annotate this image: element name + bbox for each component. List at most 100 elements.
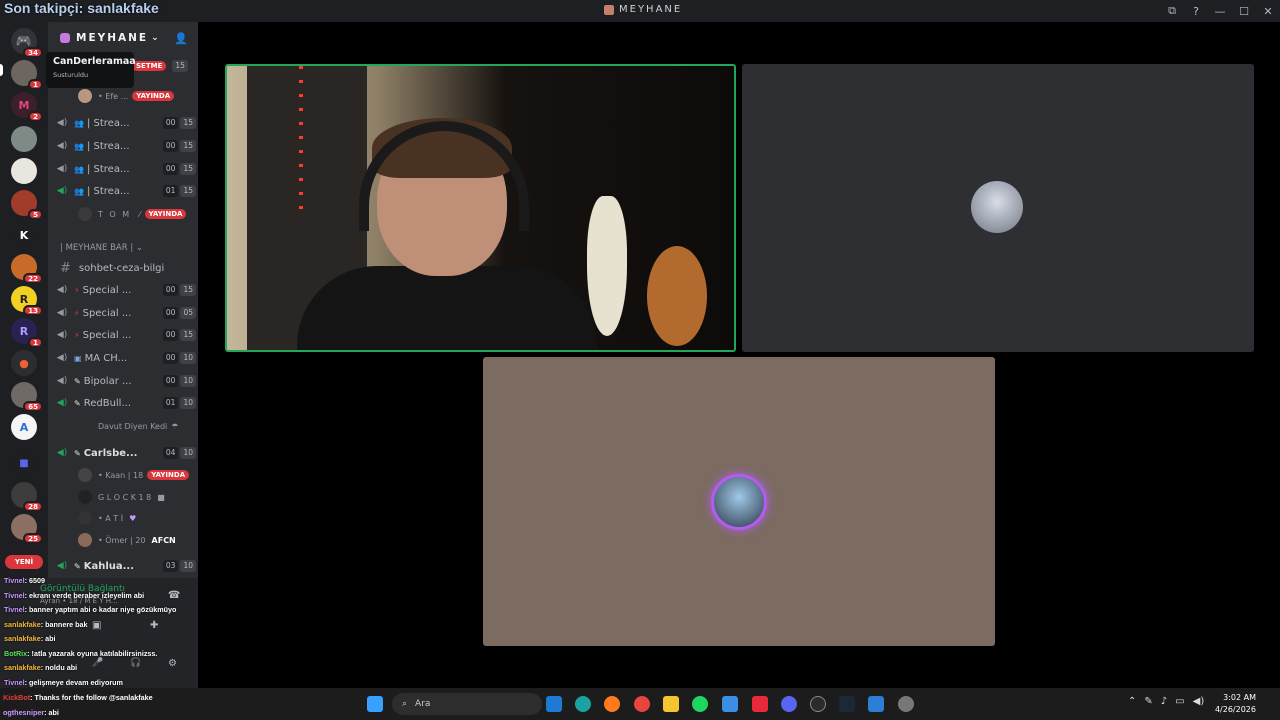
- server-icon-7[interactable]: R 13: [11, 286, 43, 316]
- new-badge[interactable]: YENİ: [5, 555, 43, 569]
- voice-channel-redbull[interactable]: ◀) ✎ RedBull... 01 10: [56, 393, 196, 413]
- headphones-icon[interactable]: 🎧: [130, 658, 141, 668]
- screen-share-icon[interactable]: ▣: [92, 620, 101, 631]
- server-badge: 13: [23, 305, 43, 316]
- chat-message: BotRix: !atla yazarak oyuna katılabilirs…: [4, 649, 158, 658]
- server-icon-2[interactable]: M2: [11, 92, 43, 122]
- file-explorer-icon[interactable]: [663, 696, 679, 712]
- voice-channel-kahlua[interactable]: ◀) ✎ Kahlua... 03 10: [56, 556, 196, 576]
- chat-message: sanlakfake: abi: [4, 634, 56, 643]
- voice-user-kaan[interactable]: • Kaan | 18 YAYINDA: [78, 465, 196, 485]
- clock[interactable]: 3:02 AM 4/26/2026: [1215, 692, 1256, 716]
- video-tile-avatar-1[interactable]: [742, 64, 1254, 352]
- voice-user-efe[interactable]: • Efe ... YAYINDA: [78, 86, 196, 106]
- avatar: [78, 511, 92, 525]
- user-count: 00: [162, 163, 179, 175]
- server-icon-12[interactable]: 28: [11, 482, 43, 512]
- user-name: T O M: [98, 209, 132, 219]
- voice-channel-carlsberg[interactable]: ◀) ✎ Carlsbe... 04 10: [56, 443, 196, 463]
- server-icon-4[interactable]: [11, 158, 37, 184]
- help-icon[interactable]: ?: [1184, 5, 1208, 18]
- direct-messages-icon[interactable]: 🎮 34: [11, 28, 43, 58]
- obs-icon[interactable]: [810, 696, 826, 712]
- voice-channel-stream-1[interactable]: ◀) 👥 | Strea... 00 15: [56, 113, 196, 133]
- voice-channel-stream-4[interactable]: ◀) 👥 | Strea... 01 15: [56, 181, 196, 201]
- discord-icon[interactable]: [781, 696, 797, 712]
- video-tile-avatar-2[interactable]: [483, 357, 995, 646]
- add-member-icon[interactable]: 👤: [174, 32, 188, 45]
- minimize-button[interactable]: —: [1208, 5, 1232, 18]
- voice-channel-special-2[interactable]: ◀) ⚡ Special ... 00 05: [56, 303, 196, 323]
- window-controls: ⧉ ? — ☐ ✕: [1160, 0, 1280, 22]
- channel-name: Kahlua...: [83, 560, 135, 572]
- user-count: 00: [162, 117, 179, 129]
- voice-user-omer[interactable]: • Ömer | 20 AFCN: [78, 530, 196, 550]
- voice-user-ati[interactable]: • A T İ ♥: [78, 508, 196, 528]
- user-name: • Kaan | 18: [98, 470, 144, 480]
- outlook-icon[interactable]: [546, 696, 562, 712]
- video-tile-speaking[interactable]: [225, 64, 736, 352]
- app-title: MEYHANE: [604, 4, 682, 15]
- maximize-button[interactable]: ☐: [1232, 5, 1256, 18]
- clan-tag: AFCN: [151, 535, 176, 545]
- firefox-icon[interactable]: [604, 696, 620, 712]
- folder-icon[interactable]: ■: [11, 450, 37, 476]
- voice-channel-special-3[interactable]: ◀) ⚡ Special ... 00 15: [56, 325, 196, 345]
- vscode-icon[interactable]: [722, 696, 738, 712]
- voice-user-glock[interactable]: G L O C K 1 8 ■: [78, 487, 196, 507]
- chevron-up-icon[interactable]: ⌃: [1128, 696, 1136, 707]
- chrome-icon[interactable]: [634, 696, 650, 712]
- channel-name: RedBull...: [83, 397, 131, 409]
- server-icon-13[interactable]: 25: [11, 514, 43, 544]
- voice-channel-mach[interactable]: ◀) ▣ MA CH... 00 10: [56, 348, 196, 368]
- store-icon[interactable]: [868, 696, 884, 712]
- server-icon-9[interactable]: ●: [11, 350, 37, 376]
- server-icon-10[interactable]: 65: [11, 382, 43, 412]
- category-meyhane-bar[interactable]: | MEYHANE BAR | ⌄: [60, 243, 143, 253]
- server-icon-5[interactable]: 5: [11, 190, 43, 220]
- server-badge: 22: [23, 273, 43, 284]
- user-limit: 10: [180, 352, 196, 364]
- pen-icon[interactable]: ✎: [1144, 696, 1152, 707]
- microphone-icon[interactable]: 🎤: [92, 658, 103, 668]
- top-live-row[interactable]: SETME 15: [132, 56, 192, 76]
- people-icon: 👥: [74, 164, 84, 174]
- live-badge: YAYINDA: [144, 209, 187, 219]
- mic-tray-icon[interactable]: ♪: [1161, 696, 1167, 707]
- server-icon-3[interactable]: [11, 126, 37, 152]
- voice-channel-stream-2[interactable]: ◀) 👥 | Strea... 00 15: [56, 136, 196, 156]
- voice-channel-stream-3[interactable]: ◀) 👥 | Strea... 00 15: [56, 159, 196, 179]
- inbox-icon[interactable]: ⧉: [1160, 4, 1184, 18]
- server-icon-k[interactable]: K: [11, 222, 37, 248]
- speaker-icon: ◀): [56, 186, 68, 196]
- spotify-icon[interactable]: [692, 696, 708, 712]
- voice-channel-special-1[interactable]: ◀) ⚡ Special ... 00 15: [56, 280, 196, 300]
- channel-name: Carlsbe...: [83, 447, 138, 459]
- server-icon-11[interactable]: A: [11, 414, 37, 440]
- volume-icon[interactable]: ◀): [1193, 696, 1205, 707]
- hash-icon: #: [60, 261, 71, 276]
- activities-icon[interactable]: ✚: [150, 620, 158, 631]
- server-icon-6[interactable]: 22: [11, 254, 43, 284]
- steam-icon[interactable]: [839, 696, 855, 712]
- voice-user-davut[interactable]: Davut Diyen Kedi ☂: [98, 416, 198, 436]
- start-icon[interactable]: [367, 696, 383, 712]
- server-tooltip: CanDerleramaa Susturuldu: [46, 52, 136, 88]
- server-icon-1[interactable]: 1: [11, 60, 43, 90]
- user-name: • A T İ: [98, 513, 124, 523]
- guild-header[interactable]: MEYHANE ⌄ 👤: [48, 22, 198, 54]
- disconnect-icon[interactable]: ☎: [168, 590, 180, 601]
- edge-icon[interactable]: [575, 696, 591, 712]
- server-icon-8[interactable]: R1: [11, 318, 43, 348]
- app-icon[interactable]: [752, 696, 768, 712]
- user-limit: 15: [180, 329, 196, 341]
- settings-icon[interactable]: ⚙: [168, 658, 177, 669]
- voice-user-tom[interactable]: T O M ⁄ YAYINDA: [78, 204, 196, 224]
- speaker-icon: ◀): [56, 164, 68, 174]
- voice-channel-bipolar[interactable]: ◀) ✎ Bipolar ... 00 10: [56, 371, 196, 391]
- close-button[interactable]: ✕: [1256, 5, 1280, 18]
- settings-taskbar-icon[interactable]: [898, 696, 914, 712]
- text-channel-sohbet[interactable]: # sohbet-ceza-bilgi: [60, 261, 164, 276]
- network-icon[interactable]: ▭: [1175, 696, 1184, 707]
- taskbar-search[interactable]: ⌕ Ara: [392, 693, 542, 715]
